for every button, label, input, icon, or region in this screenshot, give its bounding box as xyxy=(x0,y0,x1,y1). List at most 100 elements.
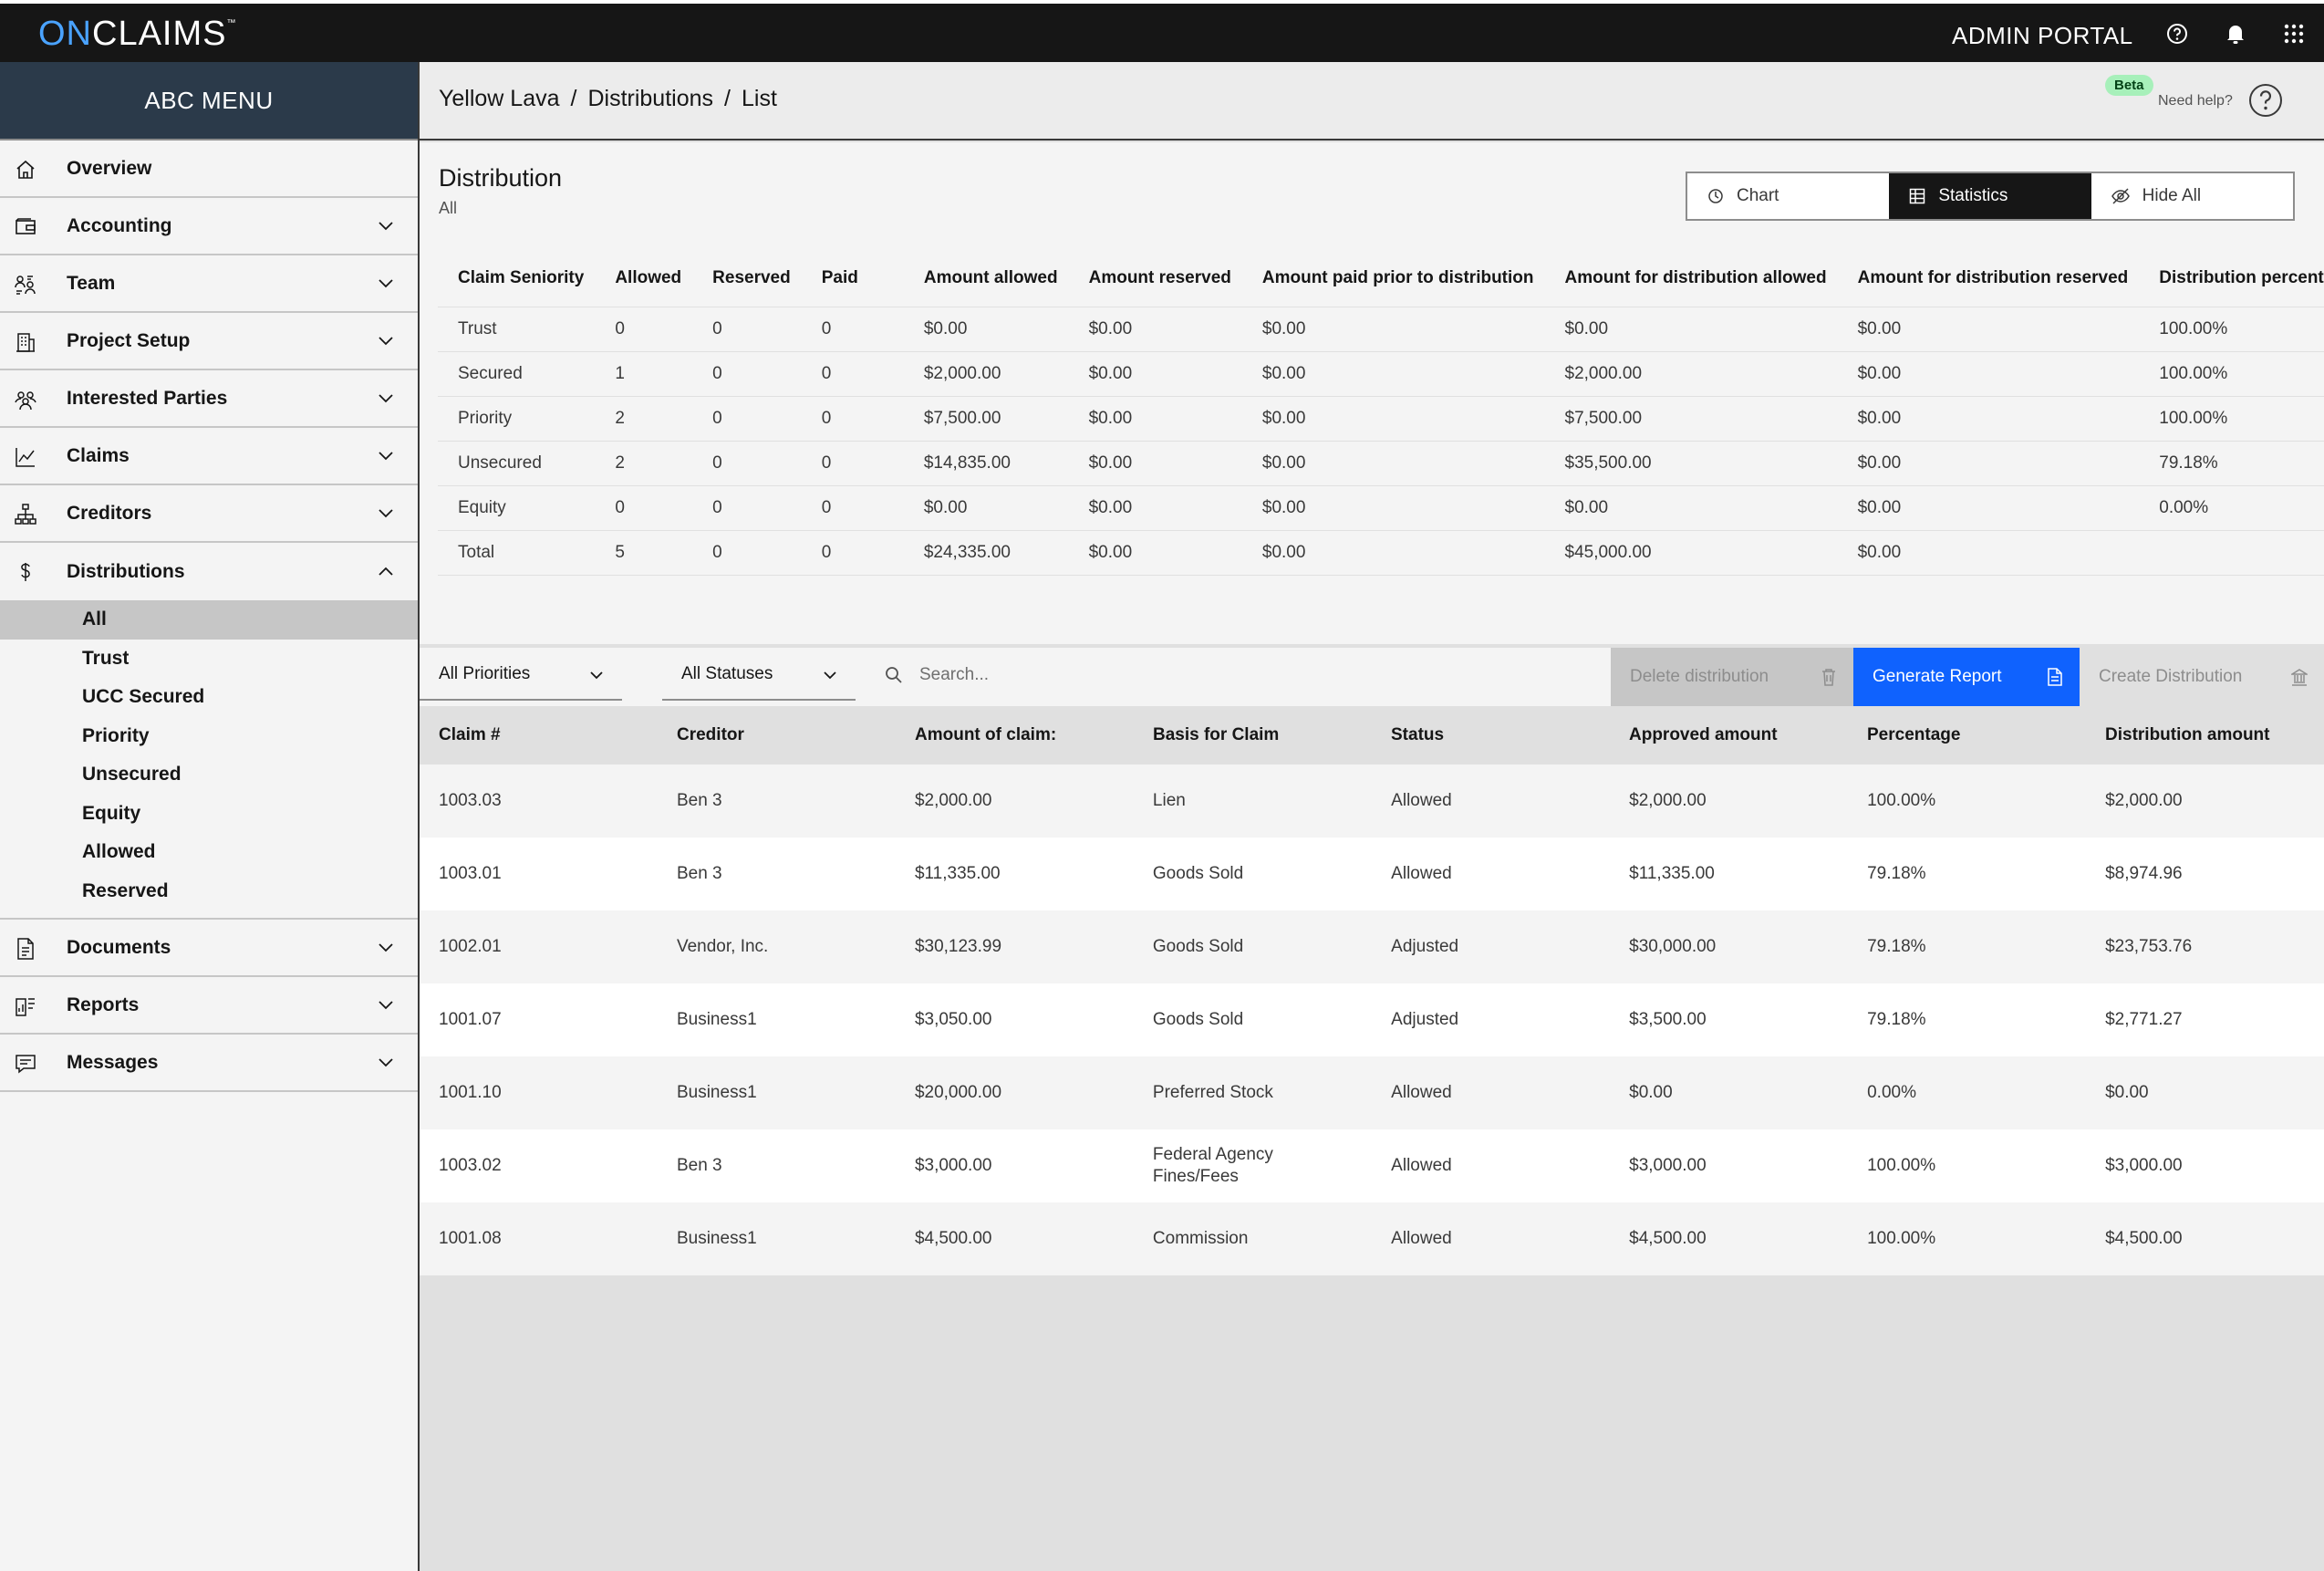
sidebar-subitem-all[interactable]: All xyxy=(0,600,418,640)
team-icon xyxy=(15,276,36,295)
sidebar-subitem-reserved[interactable]: Reserved xyxy=(0,872,418,911)
stats-cell: $14,835.00 xyxy=(868,441,1069,486)
distribution-panel: Distribution All Chart Statistics Hide A… xyxy=(420,142,2324,644)
table-cell: 1001.10 xyxy=(439,1083,502,1102)
claims-header[interactable]: Status xyxy=(1372,725,1610,745)
claims-header[interactable]: Creditor xyxy=(658,725,896,745)
delete-distribution-button[interactable]: Delete distribution xyxy=(1611,648,1853,706)
table-row[interactable]: 1001.07 Business1 $3,050.00 Goods Sold Adjus… xyxy=(420,983,2324,1056)
status-dropdown[interactable]: All Statuses xyxy=(662,650,856,701)
help-icon[interactable] xyxy=(2163,20,2191,47)
stats-header: Distribution percentage xyxy=(2139,250,2324,307)
sidebar-item-distributions[interactable]: Distributions xyxy=(0,543,418,600)
table-cell: $4,500.00 xyxy=(914,1229,992,1248)
table-cell: Federal Agency Fines/Fees xyxy=(1152,1145,1273,1186)
stats-cell: 0 xyxy=(801,396,869,442)
table-row[interactable]: 1002.01 Vendor, Inc. $30,123.99 Goods Sold A… xyxy=(420,910,2324,983)
sidebar-item-messages[interactable]: Messages xyxy=(0,1035,418,1092)
claims-header[interactable]: Distribution amount xyxy=(2086,725,2324,745)
table-cell: 1003.02 xyxy=(439,1156,502,1175)
sidebar-subitem-allowed[interactable]: Allowed xyxy=(0,833,418,872)
table-cell: Allowed xyxy=(1391,1156,1452,1175)
claims-header[interactable]: Amount of claim: xyxy=(896,725,1134,745)
sidebar-item-documents[interactable]: Documents xyxy=(0,920,418,977)
stats-cell: 0 xyxy=(692,485,802,531)
breadcrumb-distributions[interactable]: Distributions xyxy=(587,86,713,112)
bell-icon[interactable] xyxy=(2222,20,2249,47)
toggle-chart[interactable]: Chart xyxy=(1687,173,1889,219)
stats-row: Secured 1 0 0 $2,000.00 $0.00 $0.00 $2,000.00 $0… xyxy=(438,351,2324,397)
table-cell: Business1 xyxy=(676,1010,757,1029)
search-input[interactable] xyxy=(919,665,1284,685)
claims-header[interactable]: Approved amount xyxy=(1610,725,1848,745)
chevron-down-icon xyxy=(379,509,393,518)
table-cell: Goods Sold xyxy=(1152,1010,1244,1029)
table-cell: $4,500.00 xyxy=(2105,1229,2183,1248)
people-icon xyxy=(15,391,36,411)
stats-cell: $0.00 xyxy=(1068,441,1242,486)
stats-cell: 0.00% xyxy=(2139,485,2324,531)
chevron-down-icon xyxy=(379,394,393,403)
sidebar-item-team[interactable]: Team xyxy=(0,255,418,313)
stats-cell: $0.00 xyxy=(1241,396,1545,442)
table-cell: $11,335.00 xyxy=(1629,864,1715,883)
stats-cell: $45,000.00 xyxy=(1544,530,1838,576)
need-help-label[interactable]: Need help? xyxy=(2158,93,2233,109)
table-row[interactable]: 1001.10 Business1 $20,000.00 Preferred Stoc… xyxy=(420,1056,2324,1129)
trash-icon xyxy=(1822,669,1835,686)
stats-cell: $0.00 xyxy=(1241,351,1545,397)
table-cell: $0.00 xyxy=(2105,1083,2149,1102)
claims-header[interactable]: Claim # xyxy=(420,725,658,745)
stats-cell: $0.00 xyxy=(1068,530,1242,576)
sidebar-subitem-priority[interactable]: Priority xyxy=(0,717,418,756)
sidebar-subitem-trust[interactable]: Trust xyxy=(0,640,418,679)
main-content: Yellow Lava / Distributions / List Beta … xyxy=(420,62,2324,1571)
onclaims-logo[interactable]: ONCLAIMS™ xyxy=(38,15,236,54)
apps-grid-icon[interactable] xyxy=(2280,20,2308,47)
sidebar-item-creditors[interactable]: Creditors xyxy=(0,485,418,543)
sidebar-item-claims[interactable]: Claims xyxy=(0,428,418,485)
toggle-statistics[interactable]: Statistics xyxy=(1889,173,2091,219)
stats-cell: $0.00 xyxy=(1241,530,1545,576)
stats-row: Priority 2 0 0 $7,500.00 $0.00 $0.00 $7,500.00 $… xyxy=(438,396,2324,442)
sidebar-item-accounting[interactable]: Accounting xyxy=(0,198,418,255)
table-cell: $11,335.00 xyxy=(914,864,1001,883)
sidebar-subitem-equity[interactable]: Equity xyxy=(0,795,418,834)
table-row[interactable]: 1003.03 Ben 3 $2,000.00 Lien Allowed $2,000.0… xyxy=(420,765,2324,838)
table-cell: $30,123.99 xyxy=(914,937,1002,956)
stats-cell: 0 xyxy=(801,530,869,576)
generate-report-button[interactable]: Generate Report xyxy=(1853,648,2080,706)
priority-dropdown[interactable]: All Priorities xyxy=(420,650,622,701)
stats-header: Amount for distribution allowed xyxy=(1544,250,1838,307)
table-row[interactable]: 1003.01 Ben 3 $11,335.00 Goods Sold Allowed $… xyxy=(420,838,2324,910)
table-cell: Adjusted xyxy=(1391,937,1459,956)
breadcrumb-project[interactable]: Yellow Lava xyxy=(439,86,560,112)
sidebar-subitem-ucc-secured[interactable]: UCC Secured xyxy=(0,678,418,717)
chat-icon xyxy=(16,1055,36,1074)
stats-cell: 79.18% xyxy=(2139,441,2324,486)
table-row[interactable]: 1003.02 Ben 3 $3,000.00 Federal Agency Fine… xyxy=(420,1129,2324,1202)
breadcrumb-current: List xyxy=(741,86,777,111)
table-row[interactable]: 1001.08 Business1 $4,500.00 Commission Allow… xyxy=(420,1202,2324,1275)
sidebar-item-overview[interactable]: Overview xyxy=(0,140,418,198)
sidebar-item-interested-parties[interactable]: Interested Parties xyxy=(0,370,418,428)
table-cell: Goods Sold xyxy=(1152,864,1244,883)
stats-cell: Secured xyxy=(438,351,596,397)
toggle-hide-all[interactable]: Hide All xyxy=(2091,173,2293,219)
search-icon xyxy=(886,667,902,683)
chevron-down-icon xyxy=(379,452,393,461)
stats-cell: 0 xyxy=(692,396,802,442)
chevron-down-icon xyxy=(379,279,393,288)
table-cell: $2,000.00 xyxy=(914,791,992,810)
help-circle-icon[interactable] xyxy=(2247,82,2284,119)
table-cell: Business1 xyxy=(676,1083,757,1102)
sidebar-subitem-unsecured[interactable]: Unsecured xyxy=(0,755,418,795)
claims-header[interactable]: Percentage xyxy=(1848,725,2086,745)
table-cell: 1003.01 xyxy=(439,864,502,883)
table-cell: 1001.08 xyxy=(439,1229,502,1248)
sidebar-item-project-setup[interactable]: Project Setup xyxy=(0,313,418,370)
sidebar-item-reports[interactable]: Reports xyxy=(0,977,418,1035)
claims-header[interactable]: Basis for Claim xyxy=(1134,725,1372,745)
create-distribution-button[interactable]: Create Distribution xyxy=(2080,648,2324,706)
table-cell: Adjusted xyxy=(1391,1010,1459,1029)
